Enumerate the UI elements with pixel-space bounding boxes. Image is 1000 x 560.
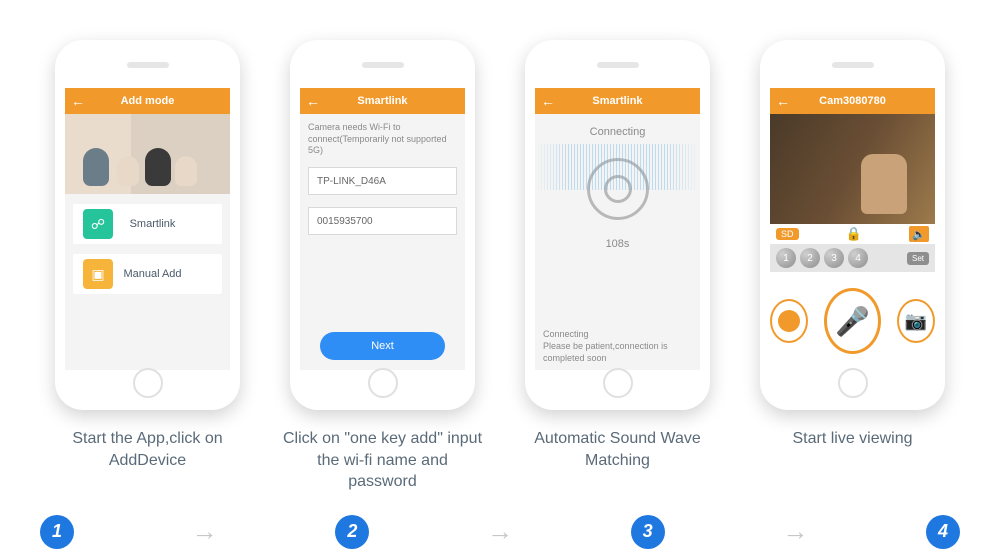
step-number-4: 4 [926, 515, 960, 549]
arrow-icon: → [369, 516, 630, 547]
screen-4: ← Cam3080780 SD 🔒 🔈 1 2 3 4 Set 🎤 📷 [770, 88, 935, 370]
preset-row: 1 2 3 4 Set [770, 244, 935, 272]
quality-bar: SD 🔒 🔈 [770, 224, 935, 244]
sd-button[interactable]: SD [776, 228, 799, 240]
mute-icon[interactable]: 🔈 [909, 226, 929, 242]
wifi-note: Camera needs Wi-Fi to connect(Temporaril… [300, 114, 465, 161]
caption-row: Start the App,click on AddDevice Click o… [0, 428, 1000, 493]
titlebar-label: Cam3080780 [819, 95, 886, 107]
control-row: 🎤 📷 [770, 272, 935, 370]
arrow-icon: → [74, 516, 335, 547]
manual-icon: ▣ [83, 259, 113, 289]
caption-4: Start live viewing [753, 428, 953, 493]
password-field[interactable]: 0015935700 [308, 207, 457, 235]
phone-step4: ← Cam3080780 SD 🔒 🔈 1 2 3 4 Set 🎤 📷 [760, 40, 945, 410]
timer-label: 108s [606, 238, 630, 250]
lock-icon[interactable]: 🔒 [805, 226, 903, 242]
next-button[interactable]: Next [320, 332, 445, 360]
sound-wave-graphic [535, 144, 700, 190]
phone-row: ← Add mode ☍ Smartlink ▣ Manual Add ← Sm… [0, 0, 1000, 420]
phone-step2: ← Smartlink Camera needs Wi-Fi to connec… [290, 40, 475, 410]
ssid-value: TP-LINK_D46A [317, 176, 386, 187]
connecting-label: Connecting [590, 126, 646, 138]
step-number-3: 3 [631, 515, 665, 549]
option-label: Manual Add [123, 268, 222, 280]
step-number-row: 1 → 2 → 3 → 4 [0, 515, 1000, 549]
step-number-2: 2 [335, 515, 369, 549]
caption-2: Click on "one key add" input the wi-fi n… [283, 428, 483, 493]
preset-1[interactable]: 1 [776, 248, 796, 268]
titlebar-2: ← Smartlink [300, 88, 465, 114]
phone-step1: ← Add mode ☍ Smartlink ▣ Manual Add [55, 40, 240, 410]
screen-2: ← Smartlink Camera needs Wi-Fi to connec… [300, 88, 465, 370]
password-value: 0015935700 [317, 216, 373, 227]
titlebar-label: Smartlink [592, 95, 642, 107]
smartlink-button[interactable]: ☍ Smartlink [73, 204, 222, 244]
screen-1: ← Add mode ☍ Smartlink ▣ Manual Add [65, 88, 230, 370]
caption-3: Automatic Sound Wave Matching [518, 428, 718, 493]
mic-button[interactable]: 🎤 [824, 288, 881, 354]
back-icon[interactable]: ← [71, 93, 85, 109]
link-icon: ☍ [83, 209, 113, 239]
preset-3[interactable]: 3 [824, 248, 844, 268]
back-icon[interactable]: ← [541, 93, 555, 109]
preset-2[interactable]: 2 [800, 248, 820, 268]
arrow-icon: → [665, 516, 926, 547]
ssid-field[interactable]: TP-LINK_D46A [308, 167, 457, 195]
caption-1: Start the App,click on AddDevice [48, 428, 248, 493]
connecting-body: Connecting 108s Connecting Please be pat… [535, 114, 700, 370]
step-number-1: 1 [40, 515, 74, 549]
titlebar-4: ← Cam3080780 [770, 88, 935, 114]
status-body: Please be patient,connection is complete… [543, 340, 692, 364]
option-label: Smartlink [123, 218, 222, 230]
phone-step3: ← Smartlink Connecting 108s Connecting P… [525, 40, 710, 410]
status-text: Connecting Please be patient,connection … [535, 322, 700, 370]
titlebar-label: Smartlink [357, 95, 407, 107]
next-label: Next [371, 340, 394, 352]
set-button[interactable]: Set [907, 252, 929, 265]
record-button[interactable] [770, 299, 808, 343]
titlebar-1: ← Add mode [65, 88, 230, 114]
status-title: Connecting [543, 328, 692, 340]
titlebar-label: Add mode [121, 95, 175, 107]
back-icon[interactable]: ← [306, 93, 320, 109]
live-view[interactable] [770, 114, 935, 224]
screen-3: ← Smartlink Connecting 108s Connecting P… [535, 88, 700, 370]
snapshot-button[interactable]: 📷 [897, 299, 935, 343]
titlebar-3: ← Smartlink [535, 88, 700, 114]
preset-4[interactable]: 4 [848, 248, 868, 268]
back-icon[interactable]: ← [776, 93, 790, 109]
manual-add-button[interactable]: ▣ Manual Add [73, 254, 222, 294]
family-photo [65, 114, 230, 194]
